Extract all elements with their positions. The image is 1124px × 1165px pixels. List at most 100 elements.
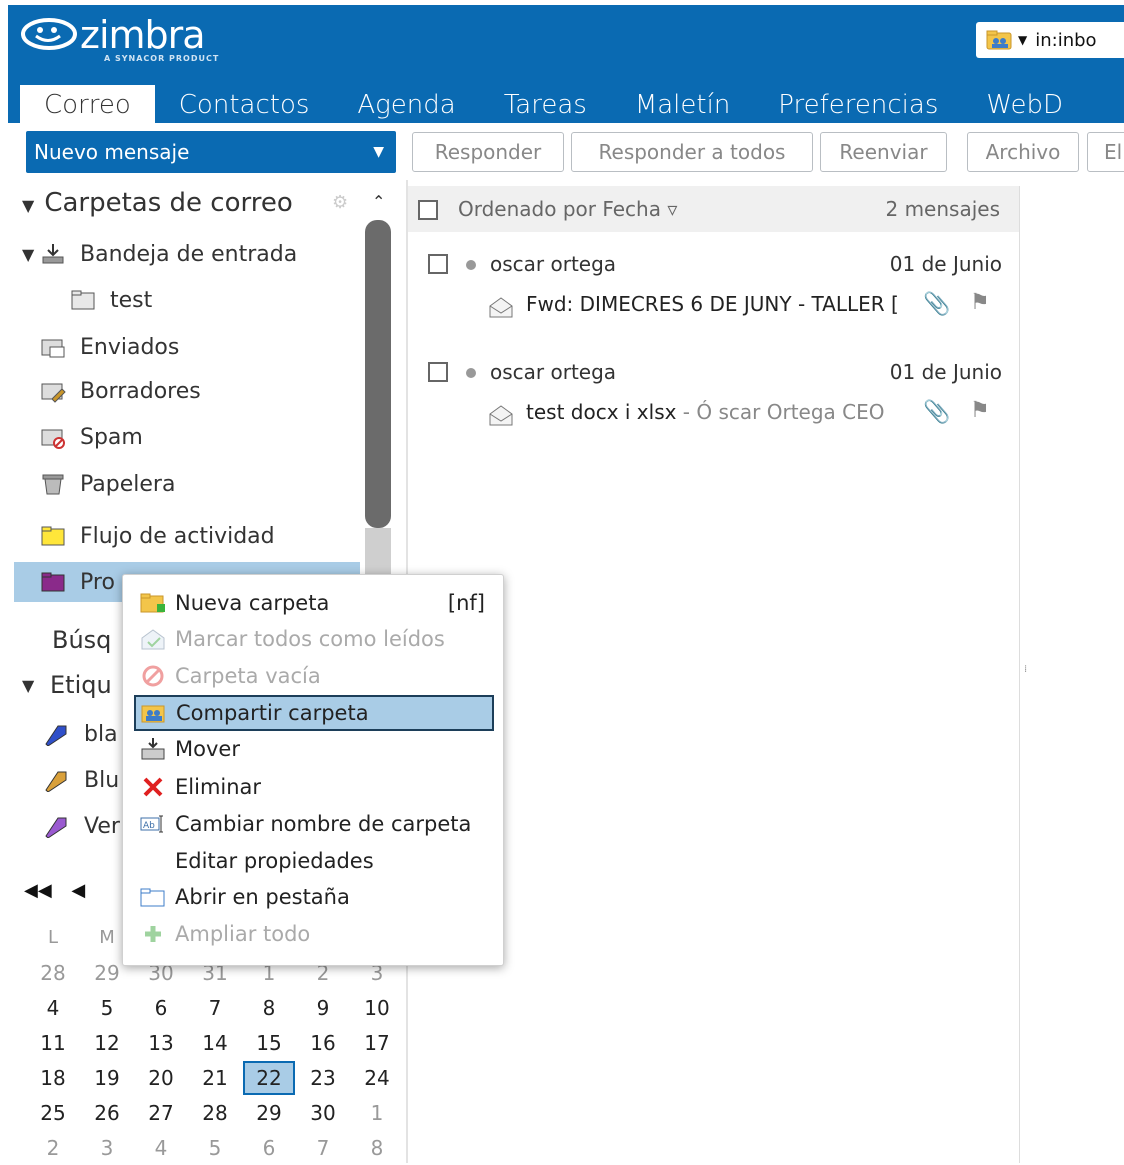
chevron-down-icon[interactable]: ▼: [373, 131, 384, 173]
menu-item-edit-properties[interactable]: Editar propiedades: [135, 843, 493, 879]
calendar-day[interactable]: 16: [296, 1031, 350, 1055]
menu-item-expand-all[interactable]: Ampliar todo: [135, 916, 493, 952]
previous-year-icon[interactable]: ◀◀: [24, 880, 52, 901]
menu-item-move[interactable]: Mover: [135, 731, 493, 767]
calendar-day[interactable]: 23: [296, 1066, 350, 1090]
calendar-day[interactable]: 11: [26, 1031, 80, 1055]
menu-item-mark-all-read[interactable]: Marcar todos como leídos: [135, 621, 493, 657]
calendar-day[interactable]: 19: [80, 1066, 134, 1090]
zimbra-logo-icon: [21, 18, 77, 50]
folder-inbox[interactable]: ▼ Bandeja de entrada: [22, 236, 297, 272]
calendar-day[interactable]: 3: [80, 1136, 134, 1160]
folder-trash[interactable]: Papelera: [40, 466, 175, 502]
tag-item[interactable]: Ver: [44, 808, 120, 844]
calendar-day[interactable]: 6: [134, 996, 188, 1020]
calendar-day[interactable]: 9: [296, 996, 350, 1020]
calendar-day[interactable]: 8: [350, 1136, 404, 1160]
calendar-day[interactable]: 4: [26, 996, 80, 1020]
calendar-day[interactable]: 20: [134, 1066, 188, 1090]
tab-briefcase[interactable]: Maletín: [611, 85, 754, 128]
calendar-day[interactable]: 25: [26, 1101, 80, 1125]
flag-icon[interactable]: ⚑: [970, 398, 990, 423]
message-subject: test docx i xlsx - Ó scar Ortega CEO: [526, 400, 885, 424]
unread-dot-icon[interactable]: [466, 260, 476, 270]
search-scope-control[interactable]: ▼ in:inbo: [976, 22, 1124, 58]
scrollbar-thumb[interactable]: [365, 220, 391, 528]
archive-button[interactable]: Archivo: [967, 132, 1079, 172]
scroll-up-icon[interactable]: ⌃: [372, 192, 385, 211]
menu-item-empty-folder[interactable]: Carpeta vacía: [135, 658, 493, 694]
menu-item-share-folder[interactable]: Compartir carpeta: [134, 695, 494, 731]
folder-test[interactable]: test: [70, 282, 152, 318]
calendar-day[interactable]: 29: [242, 1101, 296, 1125]
calendar-day[interactable]: 21: [188, 1066, 242, 1090]
calendar-day[interactable]: 10: [350, 996, 404, 1020]
search-input[interactable]: in:inbo: [1035, 30, 1096, 51]
calendar-day[interactable]: 5: [188, 1136, 242, 1160]
calendar-day[interactable]: 28: [26, 961, 80, 985]
unread-dot-icon[interactable]: [466, 368, 476, 378]
menu-item-rename[interactable]: Ab Cambiar nombre de carpeta: [135, 806, 493, 842]
folder-spam[interactable]: Spam: [40, 419, 143, 455]
calendar-day[interactable]: 17: [350, 1031, 404, 1055]
folder-sent[interactable]: Enviados: [40, 329, 179, 365]
new-message-button[interactable]: Nuevo mensaje ▼: [26, 131, 396, 173]
tag-item[interactable]: Blu: [44, 762, 119, 798]
flag-icon[interactable]: ⚑: [970, 290, 990, 315]
calendar-day[interactable]: 1: [350, 1101, 404, 1125]
select-all-checkbox[interactable]: [418, 200, 438, 220]
menu-item-new-folder[interactable]: Nueva carpeta [nf]: [135, 585, 493, 621]
calendar-day[interactable]: 12: [80, 1031, 134, 1055]
tags-header[interactable]: ▼ Etiqu: [22, 667, 112, 703]
calendar-day[interactable]: 2: [26, 1136, 80, 1160]
tab-tasks[interactable]: Tareas: [480, 85, 611, 128]
pane-resize-handle[interactable]: ⁞: [1024, 664, 1027, 675]
message-checkbox[interactable]: [428, 362, 448, 382]
calendar-day[interactable]: 5: [80, 996, 134, 1020]
searches-header[interactable]: Búsq: [52, 622, 111, 658]
calendar-day[interactable]: 15: [242, 1031, 296, 1055]
previous-month-icon[interactable]: ◀: [71, 880, 85, 901]
menu-item-delete[interactable]: Eliminar: [135, 769, 493, 805]
calendar-day[interactable]: 14: [188, 1031, 242, 1055]
calendar-day[interactable]: 28: [188, 1101, 242, 1125]
tab-contacts[interactable]: Contactos: [155, 85, 334, 128]
calendar-day[interactable]: 8: [242, 996, 296, 1020]
calendar-day[interactable]: 26: [80, 1101, 134, 1125]
calendar-day[interactable]: 18: [26, 1066, 80, 1090]
list-item[interactable]: oscar ortega 01 de Junio Fwd: DIMECRES 6…: [408, 240, 1020, 340]
collapse-triangle-icon[interactable]: ▼: [22, 196, 34, 215]
delete-button[interactable]: El: [1087, 132, 1124, 172]
calendar-day[interactable]: 24: [350, 1066, 404, 1090]
calendar-day[interactable]: 7: [188, 996, 242, 1020]
chevron-down-icon[interactable]: ▼: [1018, 33, 1027, 47]
message-date: 01 de Junio: [889, 252, 1002, 276]
trash-icon: [42, 474, 64, 495]
reply-all-button[interactable]: Responder a todos: [571, 132, 813, 172]
sort-control[interactable]: Ordenado por Fecha ▿: [458, 197, 677, 221]
folder-drafts[interactable]: Borradores: [40, 373, 201, 409]
forward-button[interactable]: Reenviar: [820, 132, 947, 172]
mail-folders-header[interactable]: ▼ Carpetas de correo: [22, 188, 293, 218]
reply-button[interactable]: Responder: [412, 132, 564, 172]
menu-item-open-in-tab[interactable]: Abrir en pestaña: [135, 879, 493, 915]
calendar-day[interactable]: 4: [134, 1136, 188, 1160]
list-item[interactable]: oscar ortega 01 de Junio test docx i xls…: [408, 348, 1020, 448]
message-checkbox[interactable]: [428, 254, 448, 274]
tab-calendar[interactable]: Agenda: [333, 85, 479, 128]
folder-activity-stream[interactable]: Flujo de actividad: [40, 518, 275, 554]
calendar-day[interactable]: 30: [296, 1101, 350, 1125]
gear-icon[interactable]: ⚙: [332, 194, 350, 212]
collapse-triangle-icon[interactable]: ▼: [22, 676, 40, 695]
calendar-day[interactable]: 7: [296, 1136, 350, 1160]
tag-item[interactable]: bla: [44, 716, 118, 752]
tab-preferences[interactable]: Preferencias: [754, 85, 962, 128]
tab-webdav[interactable]: WebD: [962, 85, 1087, 128]
calendar-day[interactable]: 6: [242, 1136, 296, 1160]
tab-mail[interactable]: Correo: [20, 85, 155, 128]
calendar-today[interactable]: 22: [243, 1060, 295, 1095]
calendar-day[interactable]: 13: [134, 1031, 188, 1055]
calendar-day[interactable]: 27: [134, 1101, 188, 1125]
zimbra-logo[interactable]: zimbra A SYNACOR PRODUCT: [20, 16, 218, 67]
collapse-triangle-icon[interactable]: ▼: [22, 245, 40, 264]
